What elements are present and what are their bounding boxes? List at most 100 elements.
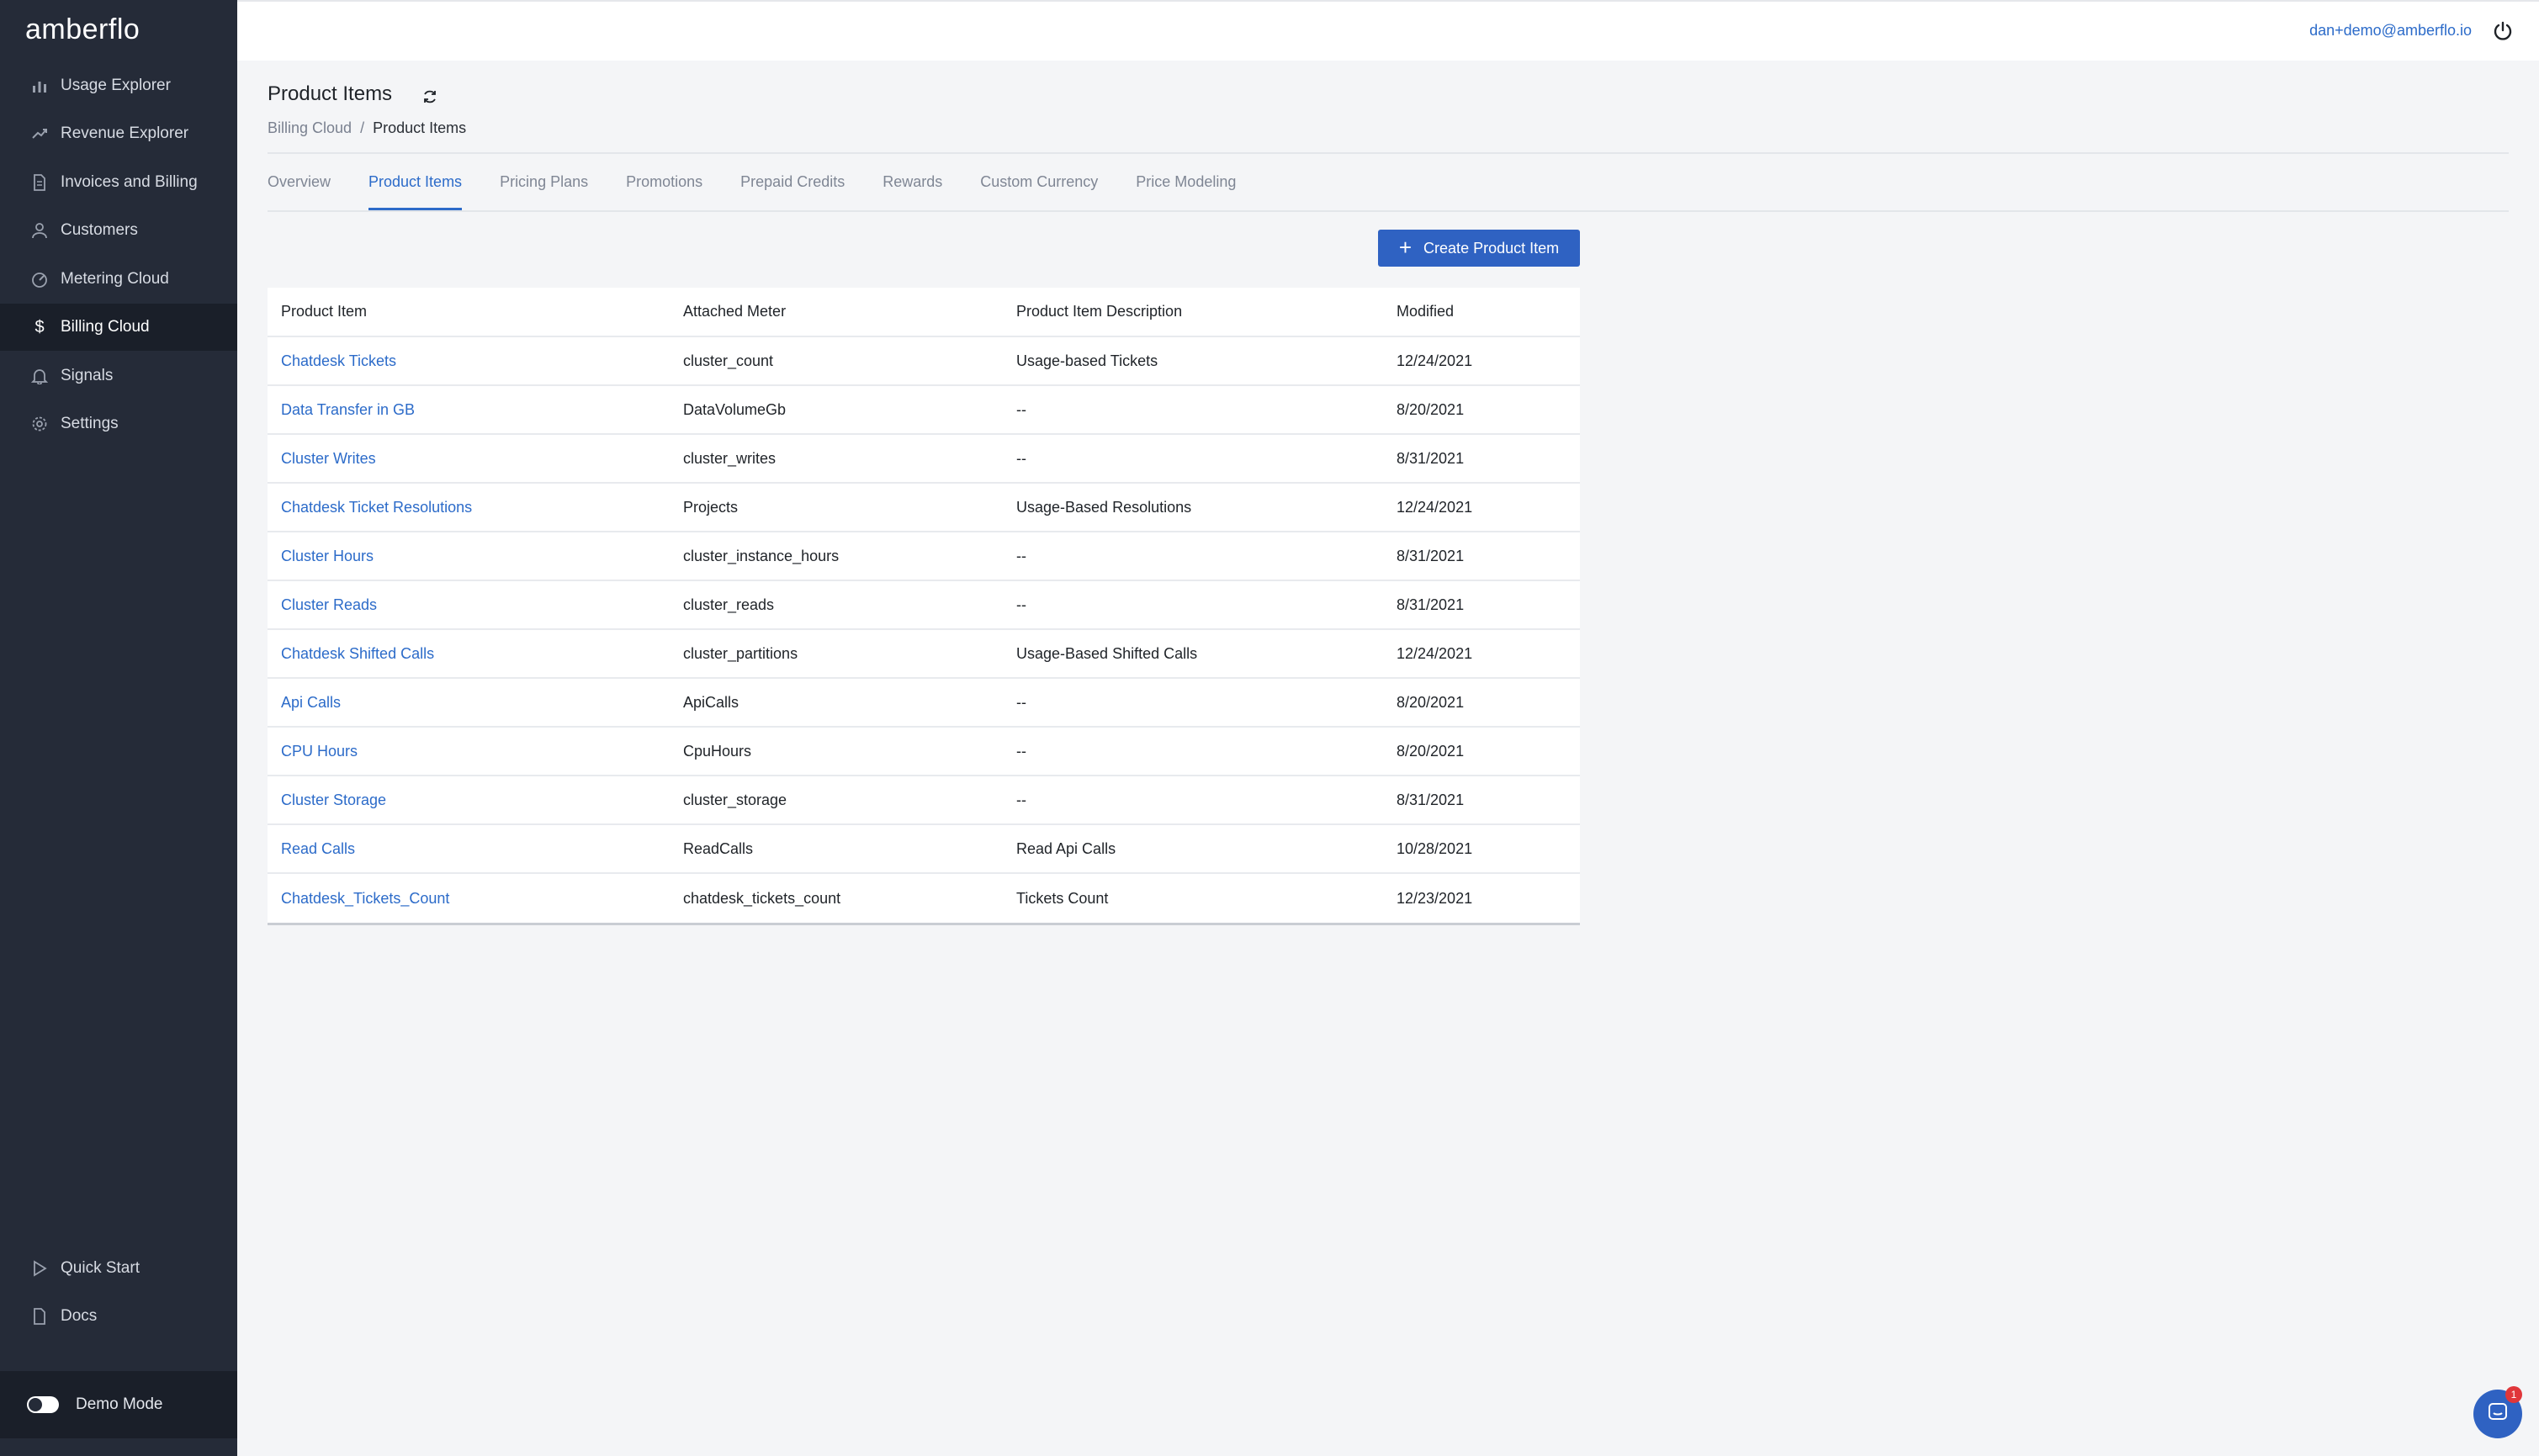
create-button-label: Create Product Item: [1423, 239, 1560, 257]
user-email-link[interactable]: dan+demo@amberflo.io: [2309, 22, 2472, 40]
modified-cell: 8/20/2021: [1397, 693, 1465, 711]
product-item-link[interactable]: Chatdesk Ticket Resolutions: [268, 499, 671, 516]
person-icon: [30, 221, 49, 240]
description-cell: Usage-Based Shifted Calls: [1016, 644, 1198, 662]
sidebar-item-label: Settings: [61, 415, 119, 432]
bar-chart-icon: [30, 77, 49, 95]
sidebar-item-signals[interactable]: Signals: [0, 352, 237, 400]
sidebar-item-label: Usage Explorer: [61, 77, 171, 94]
attached-meter-cell: Projects: [683, 498, 739, 516]
tab-custom-currency[interactable]: Custom Currency: [980, 170, 1098, 210]
sidebar-item-label: Billing Cloud: [61, 318, 150, 336]
play-icon: [30, 1259, 49, 1278]
document-icon: [30, 1307, 49, 1326]
description-cell: --: [1016, 400, 1026, 418]
description-cell: --: [1016, 791, 1026, 808]
product-item-link[interactable]: Cluster Reads: [268, 596, 671, 614]
tab-rewards[interactable]: Rewards: [883, 170, 942, 210]
breadcrumb-current: Product Items: [373, 119, 467, 136]
sidebar-item-label: Docs: [61, 1307, 98, 1325]
sidebar-item-label: Revenue Explorer: [61, 124, 189, 142]
product-item-link[interactable]: Cluster Writes: [268, 450, 671, 468]
power-icon[interactable]: [2492, 20, 2514, 42]
attached-meter-cell: DataVolumeGb: [683, 400, 787, 418]
product-item-link[interactable]: Api Calls: [268, 694, 671, 712]
description-cell: Tickets Count: [1016, 889, 1109, 907]
table-row[interactable]: Data Transfer in GB DataVolumeGb -- 8/20/20…: [268, 386, 1580, 435]
tab-promotions[interactable]: Promotions: [626, 170, 702, 210]
demo-mode-bar: Demo Mode: [0, 1371, 237, 1438]
sidebar-item-revenue-explorer[interactable]: Revenue Explorer: [0, 110, 237, 157]
product-item-link[interactable]: Chatdesk Tickets: [268, 352, 671, 370]
description-cell: Usage-Based Resolutions: [1016, 498, 1192, 516]
tab-price-modeling[interactable]: Price Modeling: [1136, 170, 1236, 210]
product-item-link[interactable]: Cluster Storage: [268, 792, 671, 809]
table-row[interactable]: CPU Hours CpuHours -- 8/20/2021: [268, 728, 1580, 776]
sidebar-item-metering-cloud[interactable]: Metering Cloud: [0, 256, 237, 303]
dollar-icon: $: [34, 317, 45, 336]
sidebar-item-quick-start[interactable]: Quick Start: [0, 1245, 237, 1292]
bell-icon: [30, 367, 49, 385]
table-header-row: Product Item Attached Meter Product Item…: [268, 288, 1580, 337]
modified-cell: 8/31/2021: [1397, 547, 1465, 564]
table-row[interactable]: Chatdesk Shifted Calls cluster_partitions…: [268, 630, 1580, 679]
sidebar-item-settings[interactable]: Settings: [0, 400, 237, 447]
create-product-item-button[interactable]: + Create Product Item: [1378, 230, 1580, 267]
modified-cell: 12/24/2021: [1397, 498, 1473, 516]
column-header-modified[interactable]: Modified: [1385, 303, 1580, 320]
table-row[interactable]: Cluster Storage cluster_storage -- 8/31/202…: [268, 776, 1580, 825]
sidebar-item-docs[interactable]: Docs: [0, 1293, 237, 1340]
table-row[interactable]: Cluster Reads cluster_reads -- 8/31/2021: [268, 581, 1580, 630]
product-item-link[interactable]: Data Transfer in GB: [268, 401, 671, 419]
tab-prepaid-credits[interactable]: Prepaid Credits: [740, 170, 845, 210]
table-row[interactable]: Chatdesk Tickets cluster_count Usage-based…: [268, 337, 1580, 386]
breadcrumb: Billing Cloud / Product Items: [268, 119, 466, 137]
table-row[interactable]: Chatdesk_Tickets_Count chatdesk_tickets_c…: [268, 874, 1580, 923]
table-row[interactable]: Api Calls ApiCalls -- 8/20/2021: [268, 679, 1580, 728]
attached-meter-cell: cluster_instance_hours: [683, 547, 840, 564]
product-item-link[interactable]: Read Calls: [268, 840, 671, 858]
column-header-description[interactable]: Product Item Description: [1004, 303, 1385, 320]
column-header-product-item[interactable]: Product Item: [268, 303, 671, 320]
table-body: Chatdesk Tickets cluster_count Usage-based…: [268, 337, 1580, 923]
product-item-link[interactable]: Chatdesk Shifted Calls: [268, 645, 671, 663]
table-row[interactable]: Chatdesk Ticket Resolutions Projects Usage…: [268, 484, 1580, 532]
sidebar-item-invoices-and-billing[interactable]: Invoices and Billing: [0, 159, 237, 206]
column-header-attached-meter[interactable]: Attached Meter: [671, 303, 1004, 320]
sidebar: amberflo Usage Explorer Revenue Explorer…: [0, 0, 237, 1456]
modified-cell: 8/20/2021: [1397, 742, 1465, 760]
sidebar-item-customers[interactable]: Customers: [0, 207, 237, 254]
description-cell: --: [1016, 742, 1026, 760]
product-item-link[interactable]: Cluster Hours: [268, 548, 671, 565]
sidebar-item-billing-cloud[interactable]: $ Billing Cloud: [0, 304, 237, 351]
table-row[interactable]: Read Calls ReadCalls Read Api Calls 10/28/2…: [268, 825, 1580, 874]
description-cell: --: [1016, 596, 1026, 613]
table-row[interactable]: Cluster Writes cluster_writes -- 8/31/2021: [268, 435, 1580, 484]
header-divider: [268, 152, 2509, 154]
product-item-link[interactable]: Chatdesk_Tickets_Count: [268, 890, 671, 908]
modified-cell: 12/23/2021: [1397, 889, 1473, 907]
tab-pricing-plans[interactable]: Pricing Plans: [500, 170, 588, 210]
attached-meter-cell: cluster_partitions: [683, 644, 798, 662]
sidebar-item-usage-explorer[interactable]: Usage Explorer: [0, 62, 237, 109]
attached-meter-cell: cluster_storage: [683, 791, 787, 808]
breadcrumb-billing-cloud[interactable]: Billing Cloud: [268, 119, 352, 137]
gauge-icon: [30, 270, 49, 289]
modified-cell: 8/31/2021: [1397, 791, 1465, 808]
attached-meter-cell: ApiCalls: [683, 693, 739, 711]
table-row[interactable]: Cluster Hours cluster_instance_hours -- 8/3…: [268, 532, 1580, 581]
tab-overview[interactable]: Overview: [268, 170, 331, 210]
chat-notification-badge: 1: [2505, 1386, 2522, 1403]
attached-meter-cell: CpuHours: [683, 742, 752, 760]
tab-product-items[interactable]: Product Items: [368, 170, 463, 210]
sidebar-item-label: Quick Start: [61, 1259, 140, 1277]
attached-meter-cell: ReadCalls: [683, 839, 754, 857]
demo-mode-label: Demo Mode: [76, 1395, 163, 1413]
attached-meter-cell: cluster_count: [683, 352, 774, 369]
demo-mode-toggle[interactable]: [27, 1396, 59, 1413]
product-item-link[interactable]: CPU Hours: [268, 743, 671, 760]
product-items-table: Product Item Attached Meter Product Item…: [268, 288, 1580, 925]
tabs-divider: [268, 210, 2509, 212]
amberflo-logo[interactable]: amberflo: [25, 13, 140, 45]
refresh-icon[interactable]: [421, 87, 439, 106]
